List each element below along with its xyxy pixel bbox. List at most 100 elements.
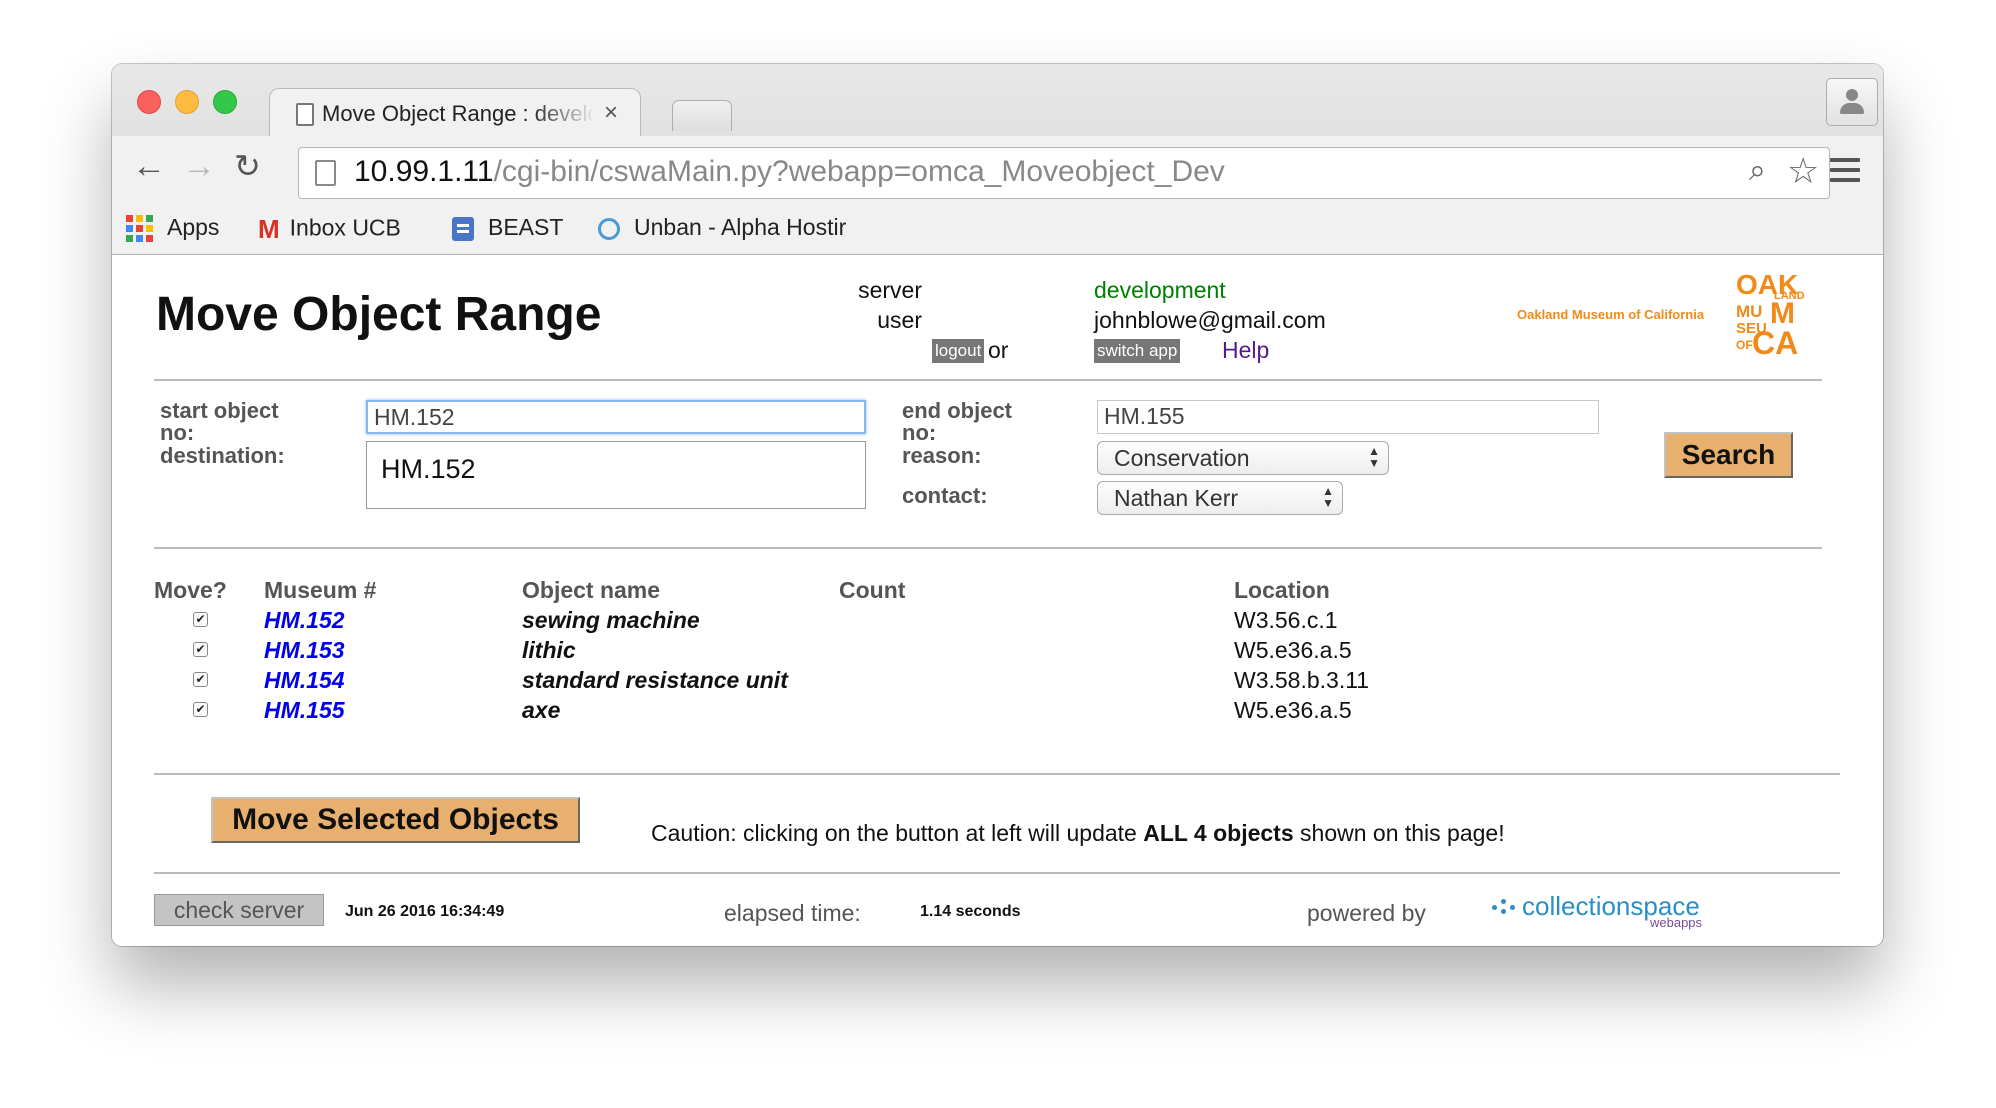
select-arrows-icon: ▲ ▼ [1322,484,1334,510]
collectionspace-logo: collectionspace webapps [1492,891,1702,930]
search-button[interactable]: Search [1664,432,1793,478]
bookmark-inbox-ucb[interactable]: M Inbox UCB [258,214,401,245]
apps-grid-icon [126,215,153,243]
table-row: ✔ HM.155 axe W5.e36.a.5 [112,697,1883,727]
museum-number-link[interactable]: HM.154 [264,667,345,694]
browser-chrome: Move Object Range : development × ← → ↻ … [112,64,1883,255]
header-object-name: Object name [522,577,661,603]
bookmark-apps[interactable]: Apps [126,214,220,243]
zoom-window-button[interactable] [213,90,237,114]
move-checkbox[interactable]: ✔ [193,612,208,627]
move-checkbox[interactable]: ✔ [193,702,208,717]
object-name: axe [522,697,561,723]
search-icon[interactable]: ⌕ [1749,154,1766,188]
url-host: 10.99.1.11 [354,155,494,188]
autocomplete-option[interactable]: HM.152 [367,442,865,497]
timestamp: Jun 26 2016 16:34:49 [345,903,505,920]
object-name: lithic [522,637,576,663]
bookmarks-bar: Apps M Inbox UCB BEAST Unban - Alpha Host… [112,208,1883,254]
collectionspace-dots-icon [1492,897,1516,917]
contact-label: contact: [902,483,988,508]
browser-toolbar: ← → ↻ 10.99.1.11/cgi-bin/cswaMain.py?web… [112,136,1883,208]
location: W3.56.c.1 [1234,607,1338,633]
browser-tab[interactable]: Move Object Range : development × [269,88,641,137]
elapsed-time-value: 1.14 seconds [920,903,1021,920]
unban-icon [598,217,620,240]
server-label: server [858,277,922,303]
browser-menu-button[interactable] [1830,158,1860,188]
bookmark-label: Inbox UCB [289,214,401,241]
page-icon [296,103,314,126]
gmail-icon: M [258,214,280,244]
bookmark-label: Unban - Alpha Hostir [634,214,847,240]
back-button[interactable]: ← [132,146,166,186]
table-row: ✔ HM.154 standard resistance unit W3.58.… [112,667,1883,697]
address-bar[interactable]: 10.99.1.11/cgi-bin/cswaMain.py?webapp=om… [298,147,1830,199]
move-checkbox[interactable]: ✔ [193,642,208,657]
reason-value: Conservation [1114,445,1250,471]
museum-number-link[interactable]: HM.152 [264,607,345,634]
end-object-label: end object no: [902,398,1013,445]
logout-button[interactable]: logout [932,339,985,363]
check-server-button[interactable]: check server [154,894,324,926]
table-row: ✔ HM.152 sewing machine W3.56.c.1 [112,607,1883,637]
omca-logo: OAK LAND MU M SEU OF CA [1736,269,1805,361]
contact-value: Nathan Kerr [1114,485,1239,511]
reload-button[interactable]: ↻ [234,146,261,186]
table-row: ✔ HM.153 lithic W5.e36.a.5 [112,637,1883,667]
start-object-label: start object no: [160,398,279,445]
bookmark-label: Apps [167,214,220,240]
end-object-input[interactable]: HM.155 [1097,400,1599,434]
move-selected-objects-button[interactable]: Move Selected Objects [211,797,580,843]
location: W3.58.b.3.11 [1234,667,1370,693]
contact-select[interactable]: Nathan Kerr ▲ ▼ [1097,481,1343,515]
page-title: Move Object Range [156,288,602,341]
move-checkbox[interactable]: ✔ [193,672,208,687]
bookmark-beast[interactable]: BEAST [452,214,563,241]
bookmark-unban[interactable]: Unban - Alpha Hostir [598,214,846,241]
bookmark-star-icon[interactable]: ☆ [1787,150,1819,192]
autocomplete-dropdown[interactable]: HM.152 [366,441,866,509]
minimize-window-button[interactable] [175,90,199,114]
museum-number-link[interactable]: HM.153 [264,637,345,664]
museum-number-link[interactable]: HM.155 [264,697,345,724]
tab-close-icon[interactable]: × [604,99,618,127]
beast-icon [452,216,474,241]
reason-label: reason: [902,443,982,468]
url-path: /cgi-bin/cswaMain.py?webapp=omca_Moveobj… [493,155,1225,188]
select-arrows-icon: ▲ ▼ [1368,444,1380,470]
user-value: johnblowe@gmail.com [1094,307,1326,333]
divider [154,872,1840,874]
start-object-input[interactable]: HM.152 [366,400,866,434]
elapsed-time-label: elapsed time: [724,900,861,926]
reason-select[interactable]: Conservation ▲ ▼ [1097,441,1389,475]
server-value: development [1094,277,1226,303]
header-count: Count [839,577,906,603]
powered-by-label: powered by [1307,900,1426,926]
divider [154,379,1822,381]
bookmark-label: BEAST [488,214,564,240]
location: W5.e36.a.5 [1234,697,1352,723]
profile-button[interactable] [1826,78,1878,126]
header-move: Move? [154,577,227,603]
destination-label: destination: [160,443,285,468]
page-content: Move Object Range server development use… [112,255,1883,946]
header-museum-number: Museum # [264,577,377,603]
person-icon [1846,89,1858,101]
user-label: user [877,307,922,333]
switch-app-button[interactable]: switch app [1094,339,1181,363]
forward-button[interactable]: → [182,146,216,186]
museum-name: Oakland Museum of California [1517,307,1705,322]
url-text[interactable]: 10.99.1.11/cgi-bin/cswaMain.py?webapp=om… [354,155,1225,189]
divider [154,547,1822,549]
location: W5.e36.a.5 [1234,637,1352,663]
object-name: standard resistance unit [522,667,788,693]
divider [154,773,1840,775]
header-location: Location [1234,577,1330,603]
or-text: or [988,337,1009,363]
new-tab-button[interactable] [672,100,732,131]
help-link[interactable]: Help [1222,337,1269,364]
caution-message: Caution: clicking on the button at left … [651,820,1505,846]
close-window-button[interactable] [137,90,161,114]
page-icon [315,160,336,186]
